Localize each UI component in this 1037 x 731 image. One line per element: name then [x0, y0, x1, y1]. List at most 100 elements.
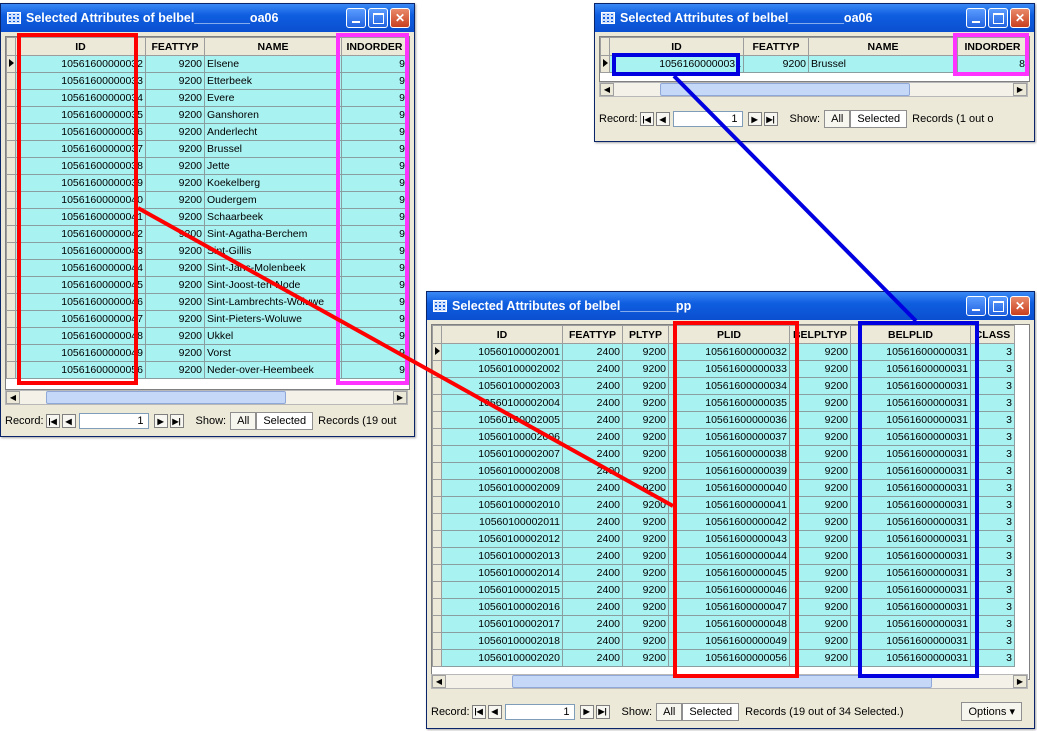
cell-class[interactable]: 3	[970, 530, 1015, 548]
cell-belplid[interactable]: 10561600000031	[850, 496, 971, 514]
cell-feattyp[interactable]: 9200	[145, 191, 205, 209]
cell-id[interactable]: 10560100002006	[441, 428, 563, 446]
cell-id[interactable]: 10561600000046	[15, 293, 146, 311]
cell-name[interactable]: Sint-Agatha-Berchem	[204, 225, 342, 243]
cell-feattyp[interactable]: 9200	[145, 123, 205, 141]
cell-belplid[interactable]: 10561600000031	[850, 445, 971, 463]
cell-name[interactable]: Sint-Pieters-Woluwe	[204, 310, 342, 328]
column-header-feattyp[interactable]: FEATTYP	[743, 37, 809, 56]
cell-belplid[interactable]: 10561600000031	[850, 649, 971, 667]
cell-indorder[interactable]: 9	[341, 327, 408, 345]
cell-indorder[interactable]: 9	[341, 55, 408, 73]
row-selector[interactable]	[6, 293, 16, 311]
column-header-id[interactable]: ID	[441, 325, 563, 344]
cell-indorder[interactable]: 9	[341, 225, 408, 243]
cell-name[interactable]: Vorst	[204, 344, 342, 362]
scroll-right-arrow-icon[interactable]: ▶	[393, 391, 407, 404]
cell-id[interactable]: 10561600000032	[15, 55, 146, 73]
cell-pltyp[interactable]: 9200	[622, 530, 669, 548]
cell-feattyp[interactable]: 9200	[145, 140, 205, 158]
last-record-button[interactable]: ▶|	[763, 112, 778, 126]
show-all-button[interactable]: All	[230, 412, 257, 430]
cell-feattyp[interactable]: 9200	[145, 259, 205, 277]
cell-id[interactable]: 10561600000043	[15, 242, 146, 260]
cell-belplid[interactable]: 10561600000031	[850, 394, 971, 412]
cell-feattyp[interactable]: 9200	[145, 293, 205, 311]
row-selector[interactable]	[432, 598, 442, 616]
cell-id[interactable]: 10560100002004	[441, 394, 563, 412]
cell-indorder[interactable]: 9	[341, 259, 408, 277]
cell-plid[interactable]: 10561600000035	[668, 394, 790, 412]
row-selector[interactable]	[6, 242, 16, 260]
cell-pltyp[interactable]: 9200	[622, 564, 669, 582]
minimize-button[interactable]	[966, 8, 986, 28]
cell-pltyp[interactable]: 9200	[622, 360, 669, 378]
column-header-name[interactable]: NAME	[204, 37, 342, 56]
cell-class[interactable]: 3	[970, 513, 1015, 531]
row-selector[interactable]	[6, 72, 16, 90]
scroll-right-arrow-icon[interactable]: ▶	[1013, 83, 1027, 96]
cell-name[interactable]: Jette	[204, 157, 342, 175]
title-bar[interactable]: Selected Attributes of belbel________pp …	[427, 292, 1034, 320]
column-header-pltyp[interactable]: PLTYP	[622, 325, 669, 344]
cell-id[interactable]: 10560100002007	[441, 445, 563, 463]
cell-pltyp[interactable]: 9200	[622, 547, 669, 565]
first-record-button[interactable]: |◀	[639, 112, 654, 126]
column-header-plid[interactable]: PLID	[668, 325, 790, 344]
cell-class[interactable]: 3	[970, 343, 1015, 361]
next-record-button[interactable]: ▶	[153, 414, 168, 428]
table-row[interactable]: 10561600000033 9200 Etterbeek 9	[6, 72, 408, 90]
cell-name[interactable]: Sint-Joost-ten-Node	[204, 276, 342, 294]
cell-belplid[interactable]: 10561600000031	[850, 598, 971, 616]
cell-id[interactable]: 10561600000038	[15, 157, 146, 175]
table-row[interactable]: 10560100002001 2400 9200 10561600000032 9200…	[432, 343, 1015, 361]
table-row[interactable]: 10561600000035 9200 Ganshoren 9	[6, 106, 408, 124]
row-selector[interactable]	[432, 445, 442, 463]
cell-pltyp[interactable]: 9200	[622, 615, 669, 633]
cell-feattyp[interactable]: 2400	[562, 343, 623, 361]
cell-indorder[interactable]: 9	[341, 72, 408, 90]
cell-indorder[interactable]: 9	[341, 123, 408, 141]
cell-belpltyp[interactable]: 9200	[789, 428, 851, 446]
maximize-button[interactable]	[988, 296, 1008, 316]
cell-feattyp[interactable]: 2400	[562, 513, 623, 531]
cell-plid[interactable]: 10561600000040	[668, 479, 790, 497]
table-row[interactable]: 10560100002002 2400 9200 10561600000033 9200…	[432, 360, 1015, 378]
cell-feattyp[interactable]: 2400	[562, 581, 623, 599]
cell-plid[interactable]: 10561600000036	[668, 411, 790, 429]
show-selected-button[interactable]: Selected	[256, 412, 314, 430]
cell-belpltyp[interactable]: 9200	[789, 377, 851, 395]
cell-feattyp[interactable]: 9200	[145, 310, 205, 328]
record-number-input[interactable]: 1	[504, 703, 575, 720]
cell-plid[interactable]: 10561600000042	[668, 513, 790, 531]
cell-pltyp[interactable]: 9200	[622, 343, 669, 361]
last-record-button[interactable]: ▶|	[595, 704, 610, 719]
cell-id[interactable]: 10561600000039	[15, 174, 146, 192]
cell-name[interactable]: Brussel	[808, 55, 958, 73]
cell-belplid[interactable]: 10561600000031	[850, 513, 971, 531]
cell-name[interactable]: Sint-Gillis	[204, 242, 342, 260]
cell-belpltyp[interactable]: 9200	[789, 462, 851, 480]
cell-belplid[interactable]: 10561600000031	[850, 428, 971, 446]
horizontal-scrollbar[interactable]: ◀ ▶	[599, 82, 1028, 97]
cell-id[interactable]: 10560100002020	[441, 649, 563, 667]
cell-feattyp[interactable]: 9200	[145, 208, 205, 226]
cell-indorder[interactable]: 9	[341, 106, 408, 124]
table-row[interactable]: 10560100002006 2400 9200 10561600000037 9200…	[432, 428, 1015, 446]
cell-feattyp[interactable]: 9200	[145, 55, 205, 73]
cell-pltyp[interactable]: 9200	[622, 394, 669, 412]
cell-id[interactable]: 10561600000034	[15, 89, 146, 107]
cell-name[interactable]: Sint-Jans-Molenbeek	[204, 259, 342, 277]
table-row[interactable]: 10560100002005 2400 9200 10561600000036 9200…	[432, 411, 1015, 429]
cell-belplid[interactable]: 10561600000031	[850, 377, 971, 395]
table-row[interactable]: 10560100002010 2400 9200 10561600000041 9200…	[432, 496, 1015, 514]
cell-feattyp[interactable]: 2400	[562, 615, 623, 633]
table-row[interactable]: 10560100002009 2400 9200 10561600000040 9200…	[432, 479, 1015, 497]
cell-belplid[interactable]: 10561600000031	[850, 581, 971, 599]
cell-id[interactable]: 10561600000037	[15, 140, 146, 158]
table-row[interactable]: 10561600000037 9200 Brussel 9	[6, 140, 408, 158]
cell-belplid[interactable]: 10561600000031	[850, 615, 971, 633]
row-selector[interactable]	[432, 428, 442, 446]
cell-id[interactable]: 10560100002016	[441, 598, 563, 616]
cell-belpltyp[interactable]: 9200	[789, 513, 851, 531]
